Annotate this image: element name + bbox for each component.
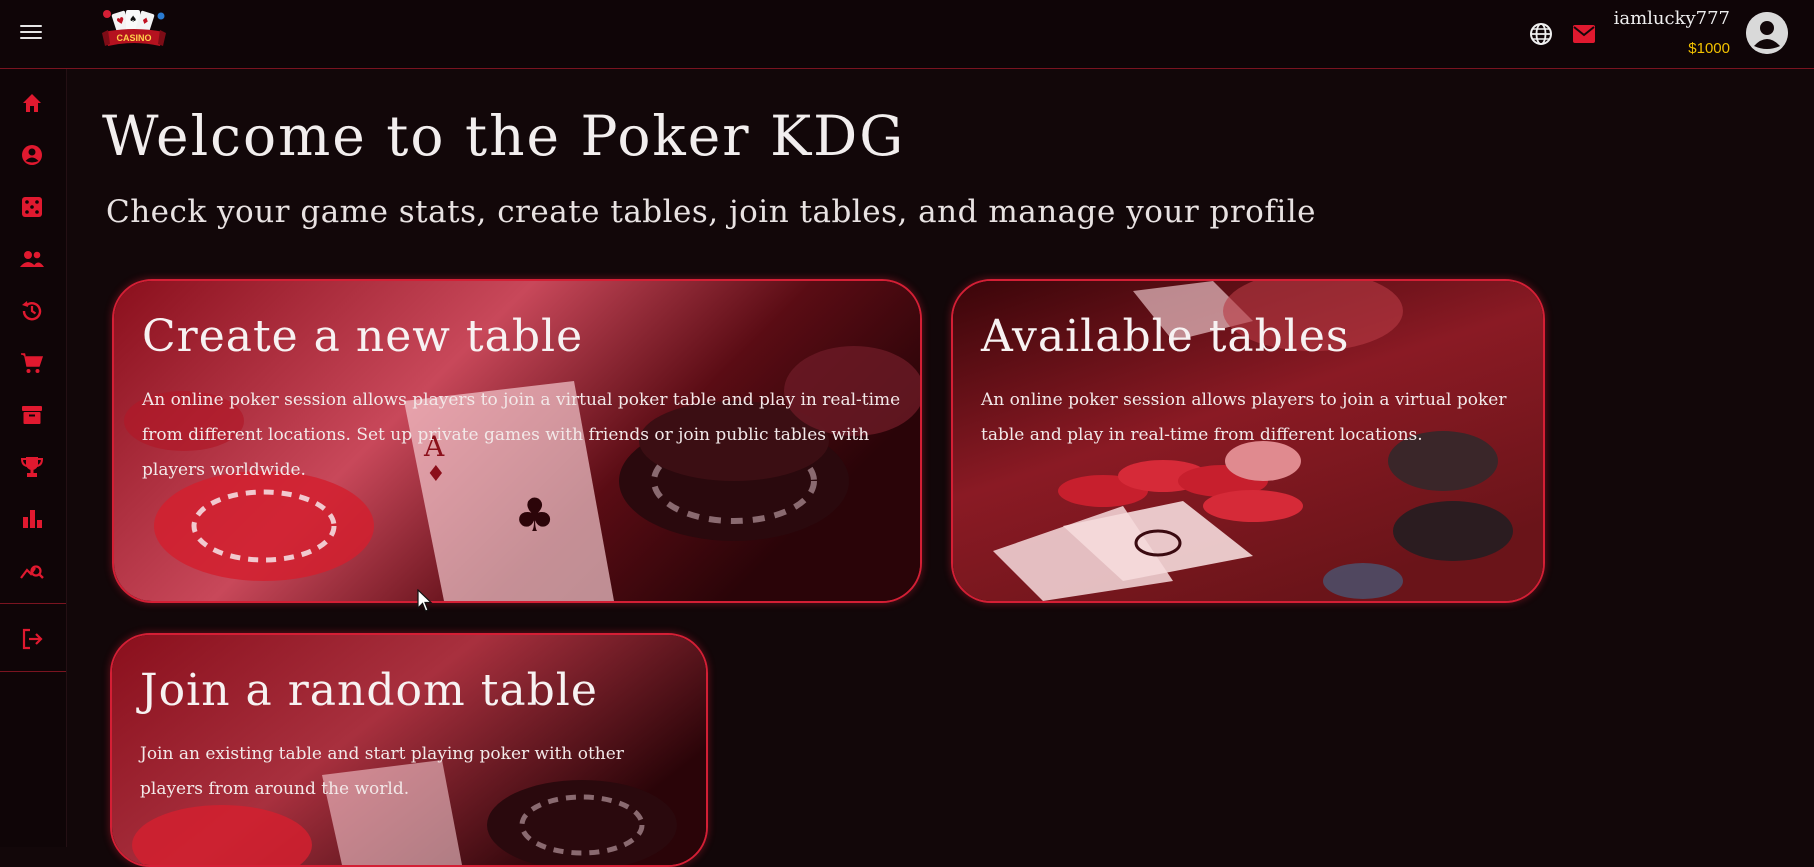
trophy-icon[interactable] [20, 455, 44, 479]
sidebar-divider [0, 671, 66, 672]
username[interactable]: iamlucky777 [1614, 8, 1730, 29]
join-random-table-card[interactable]: Join a random table Join an existing tab… [110, 633, 708, 867]
card-description: An online poker session allows players t… [142, 390, 901, 480]
home-icon[interactable] [20, 91, 44, 115]
sidebar [0, 69, 67, 847]
casino-logo[interactable]: ♥ ♠ ♦ CASINO [98, 6, 170, 54]
card-description: Join an existing table and start playing… [140, 744, 624, 799]
history-icon[interactable] [20, 299, 44, 323]
logo-text: CASINO [116, 33, 151, 43]
dice-icon[interactable] [20, 195, 44, 219]
people-icon[interactable] [20, 247, 44, 271]
svg-text:♠: ♠ [129, 15, 137, 25]
mail-icon[interactable] [1572, 24, 1596, 44]
card-title: Create a new table [142, 311, 584, 362]
page-subtitle: Check your game stats, create tables, jo… [106, 194, 1316, 230]
mouse-cursor-icon [417, 588, 433, 613]
cart-icon[interactable] [20, 351, 44, 375]
create-table-card[interactable]: A ♦ ♣ Create a new table An online poker… [112, 279, 922, 603]
query-stats-icon[interactable] [20, 559, 44, 583]
language-globe-icon[interactable] [1529, 22, 1553, 46]
available-tables-card[interactable]: Available tables An online poker session… [951, 279, 1545, 603]
hamburger-menu-icon[interactable] [20, 22, 42, 44]
svg-text:♣: ♣ [514, 488, 555, 542]
card-title: Join a random table [140, 665, 598, 716]
page-title: Welcome to the Poker KDG [102, 104, 906, 168]
archive-icon[interactable] [20, 403, 44, 427]
card-description: An online poker session allows players t… [981, 390, 1507, 445]
balance: $1000 [1688, 40, 1730, 57]
avatar-icon[interactable] [1746, 12, 1788, 54]
bar-chart-icon[interactable] [20, 507, 44, 531]
account-circle-icon[interactable] [20, 143, 44, 167]
sidebar-divider [0, 603, 66, 604]
top-bar: ♥ ♠ ♦ CASINO iamlucky777 $1000 [0, 0, 1814, 69]
logout-icon[interactable] [20, 627, 44, 651]
card-title: Available tables [981, 311, 1350, 362]
